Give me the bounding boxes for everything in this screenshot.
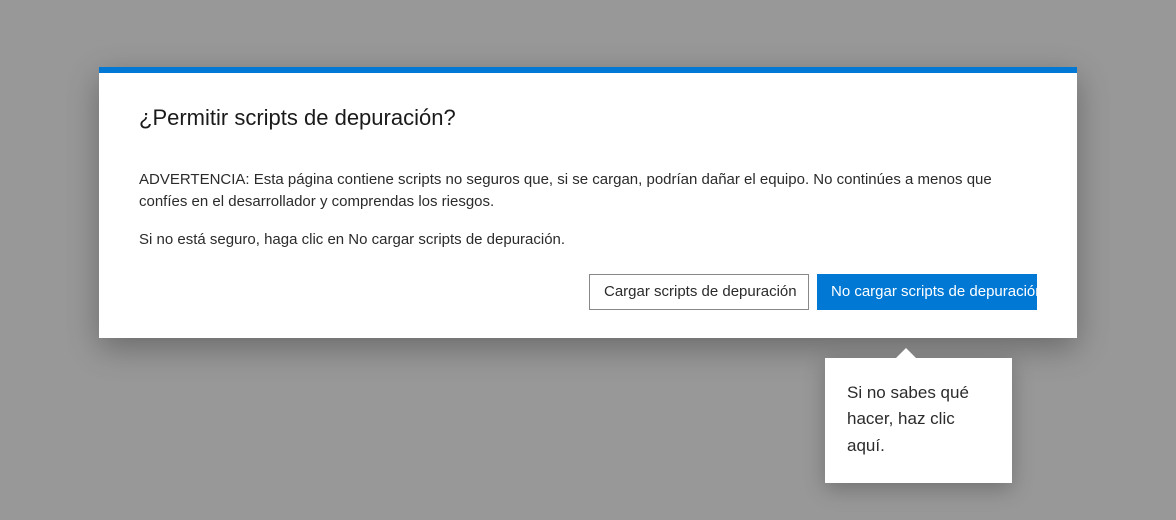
load-debug-scripts-button[interactable]: Cargar scripts de depuración bbox=[589, 274, 809, 310]
dialog-warning-text: ADVERTENCIA: Esta página contiene script… bbox=[139, 169, 1037, 213]
dialog-content: ¿Permitir scripts de depuración? ADVERTE… bbox=[99, 73, 1077, 338]
recommendation-tooltip: Si no sabes qué hacer, haz clic aquí. bbox=[825, 358, 1012, 483]
allow-debug-scripts-dialog: ¿Permitir scripts de depuración? ADVERTE… bbox=[99, 67, 1077, 338]
tooltip-text: Si no sabes qué hacer, haz clic aquí. bbox=[847, 383, 969, 455]
dialog-body: ADVERTENCIA: Esta página contiene script… bbox=[139, 169, 1037, 250]
dialog-title: ¿Permitir scripts de depuración? bbox=[139, 105, 1037, 131]
dialog-actions: Cargar scripts de depuración No cargar s… bbox=[139, 274, 1037, 310]
dialog-hint-text: Si no está seguro, haga clic en No carga… bbox=[139, 229, 1037, 251]
dont-load-debug-scripts-button[interactable]: No cargar scripts de depuración bbox=[817, 274, 1037, 310]
